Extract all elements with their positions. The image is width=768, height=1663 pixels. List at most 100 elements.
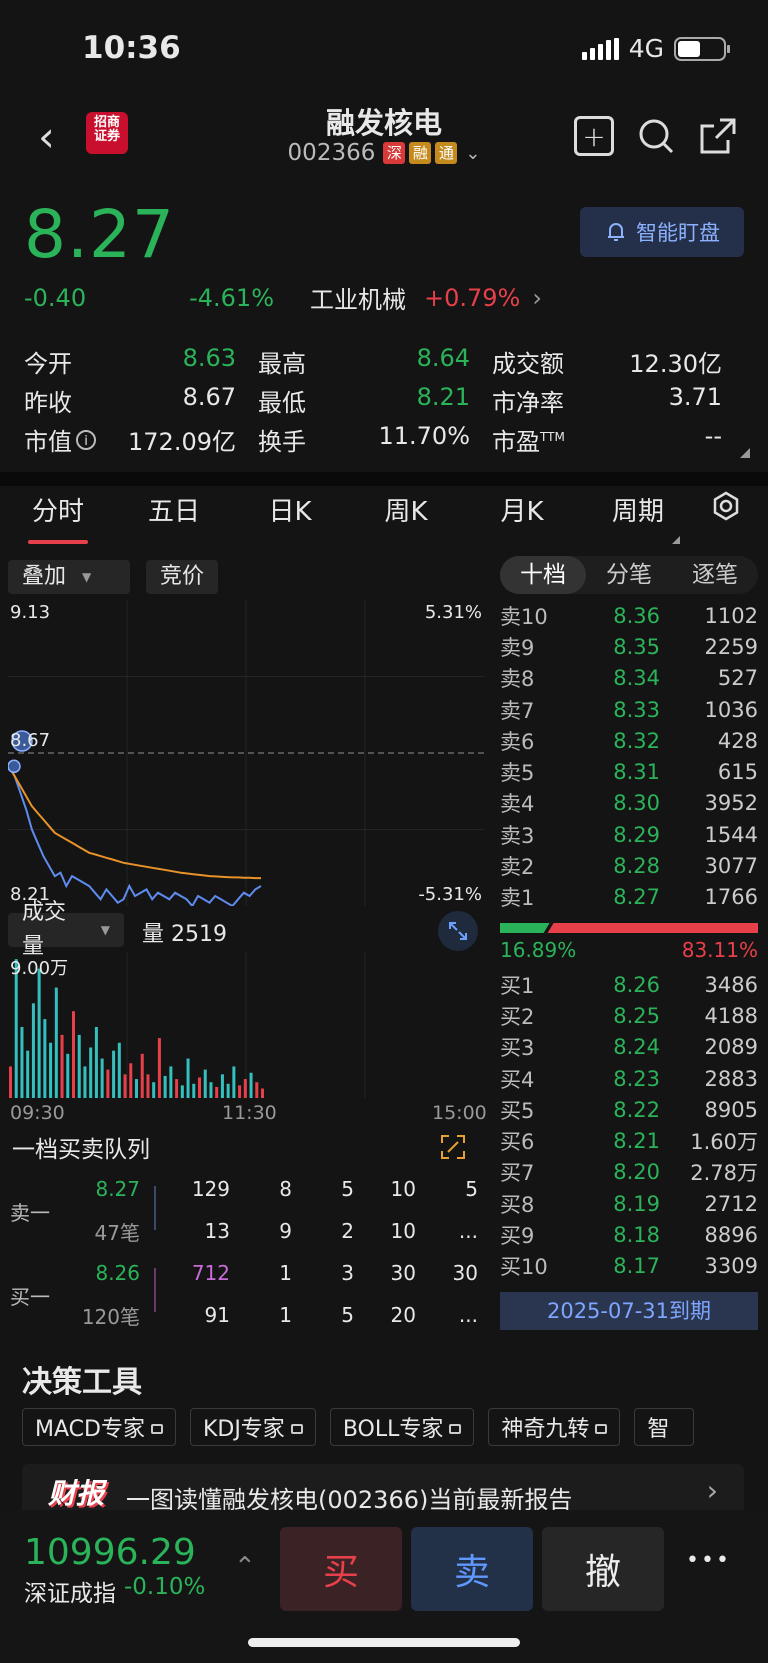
ask-level-1[interactable]: 卖10 8.36 1102: [500, 600, 758, 631]
queue-sell-row-2: 47笔 13 9 2 10 ...: [94, 1219, 478, 1245]
price-change-pct: -4.61%: [189, 283, 274, 312]
tab-daily-k[interactable]: 日K: [232, 491, 348, 528]
tool-more[interactable]: 智: [634, 1408, 695, 1446]
ask-label: 卖6: [500, 729, 535, 754]
share-icon[interactable]: [698, 116, 738, 156]
queue-separator: [154, 1268, 156, 1312]
tools-row: MACD专家 KDJ专家 BOLL专家 神奇九转 智: [22, 1408, 695, 1446]
ask-label: 卖3: [500, 823, 535, 848]
overlay-dropdown[interactable]: 叠加 ▼: [8, 560, 130, 594]
sector-pct[interactable]: +0.79%: [424, 284, 520, 312]
bid-level-7[interactable]: 买7 8.20 2.78万: [500, 1157, 758, 1188]
ask-level-5[interactable]: 卖6 8.32 428: [500, 725, 758, 756]
tab-trades[interactable]: 逐笔: [672, 556, 758, 594]
home-indicator: [248, 1638, 520, 1647]
tab-ten-levels[interactable]: 十档: [500, 556, 586, 594]
auction-button[interactable]: 竞价: [146, 560, 219, 594]
bid-level-8[interactable]: 买8 8.19 2712: [500, 1188, 758, 1219]
x-label-mid: 11:30: [222, 1102, 277, 1124]
ask-price: 8.36: [613, 603, 660, 628]
search-icon[interactable]: [636, 116, 676, 156]
chevron-right-icon[interactable]: ›: [532, 284, 542, 312]
ask-vol: 527: [717, 666, 758, 691]
volume-bar: [232, 1066, 236, 1098]
sector-name[interactable]: 工业机械: [310, 280, 406, 315]
queue-expand-icon[interactable]: [440, 1134, 466, 1164]
sell-button[interactable]: 卖: [411, 1527, 533, 1611]
ask-level-4[interactable]: 卖7 8.33 1036: [500, 694, 758, 725]
ask-level-10[interactable]: 卖1 8.27 1766: [500, 882, 758, 913]
tab-monthly-k[interactable]: 月K: [464, 491, 580, 528]
tab-weekly-k[interactable]: 周K: [348, 491, 464, 528]
ask-vol: 3077: [704, 854, 758, 879]
tool-macd[interactable]: MACD专家: [22, 1408, 176, 1446]
expand-triangle-icon[interactable]: [740, 448, 750, 458]
buy-ratio: 16.89%: [500, 938, 577, 962]
bid-vol: 2.78万: [690, 1161, 758, 1186]
tool-kdj[interactable]: KDJ专家: [189, 1408, 316, 1446]
tab-five-day[interactable]: 五日: [116, 491, 232, 528]
bid-level-1[interactable]: 买1 8.26 3486: [500, 969, 758, 1000]
ask-level-9[interactable]: 卖2 8.28 3077: [500, 850, 758, 881]
y-label-prev-close: 8.67: [10, 730, 51, 751]
news-card[interactable]: 财报 一图读懂融发核电(002366)当前最新报告 ›: [22, 1464, 744, 1510]
ask-level-7[interactable]: 卖4 8.30 3952: [500, 788, 758, 819]
tab-ticks[interactable]: 分笔: [586, 556, 672, 594]
bid-level-9[interactable]: 买9 8.18 8896: [500, 1219, 758, 1250]
bid-price: 8.25: [613, 1003, 660, 1028]
buy-button[interactable]: 买: [280, 1527, 402, 1611]
ask-level-6[interactable]: 卖5 8.31 615: [500, 756, 758, 787]
bid-level-4[interactable]: 买4 8.23 2883: [500, 1063, 758, 1094]
bid-vol: 2712: [704, 1191, 758, 1216]
stats-row: 今开 8.63 最高 8.64 成交额 12.30亿: [24, 342, 744, 381]
bid-vol: 8896: [704, 1223, 758, 1248]
bid-level-6[interactable]: 买6 8.21 1.60万: [500, 1125, 758, 1156]
start-marker: [8, 759, 21, 774]
ask-level-3[interactable]: 卖8 8.34 527: [500, 663, 758, 694]
add-watchlist-icon[interactable]: +: [574, 116, 614, 156]
price-change: -0.40: [24, 283, 87, 312]
queue-table: 卖一 8.27 129 8 5 10 5 47笔 13 9 2 10 ... 买…: [10, 1168, 480, 1336]
tools-title: 决策工具: [22, 1365, 142, 1400]
period-dropdown-icon: [672, 536, 680, 544]
volume-bar: [146, 1074, 150, 1098]
volume-dropdown[interactable]: 成交量 ▼: [8, 900, 124, 959]
ask-level-8[interactable]: 卖3 8.29 1544: [500, 819, 758, 850]
index-value[interactable]: 10996.29: [24, 1532, 196, 1573]
tag-tong: 通: [435, 142, 458, 164]
volume-bar: [192, 1083, 196, 1098]
tab-period[interactable]: 周期: [580, 491, 696, 528]
volume-chart[interactable]: [8, 952, 484, 1098]
lock-icon: [449, 1424, 462, 1434]
ask-price: 8.35: [613, 634, 660, 659]
bid-price: 8.17: [613, 1254, 660, 1279]
smart-monitor-button[interactable]: 智能盯盘: [580, 207, 744, 257]
settings-icon[interactable]: [696, 490, 756, 529]
volume-bar: [94, 1027, 98, 1098]
volume-bar: [169, 1066, 173, 1098]
ask-price: 8.33: [613, 697, 660, 722]
volume-bar: [243, 1079, 247, 1098]
info-icon[interactable]: i: [76, 429, 96, 450]
queue-sell-row-1: 卖一 8.27 129 8 5 10 5: [10, 1177, 478, 1225]
bid-level-3[interactable]: 买3 8.24 2089: [500, 1032, 758, 1063]
volume-bar: [180, 1085, 184, 1098]
tab-intraday[interactable]: 分时: [0, 491, 116, 544]
index-info[interactable]: 深证成指 -0.10%: [24, 1574, 205, 1608]
tool-boll[interactable]: BOLL专家: [329, 1408, 475, 1446]
ask-level-2[interactable]: 卖9 8.35 2259: [500, 631, 758, 662]
bid-level-2[interactable]: 买2 8.25 4188: [500, 1000, 758, 1031]
lock-icon: [150, 1424, 163, 1434]
price-chart[interactable]: [8, 600, 484, 906]
ask-label: 卖5: [500, 761, 535, 786]
fullscreen-icon[interactable]: [438, 911, 478, 951]
bid-level-10[interactable]: 买10 8.17 3309: [500, 1251, 758, 1282]
chevron-up-icon[interactable]: ⌃: [234, 1552, 256, 1582]
more-icon[interactable]: •••: [686, 1548, 731, 1573]
tool-magic-nine[interactable]: 神奇九转: [488, 1408, 621, 1446]
bid-label: 买4: [500, 1067, 535, 1092]
cancel-button[interactable]: 撤: [542, 1527, 664, 1611]
ask-vol: 2259: [704, 634, 758, 659]
volume-bar: [60, 1034, 64, 1098]
bid-level-5[interactable]: 买5 8.22 8905: [500, 1094, 758, 1125]
